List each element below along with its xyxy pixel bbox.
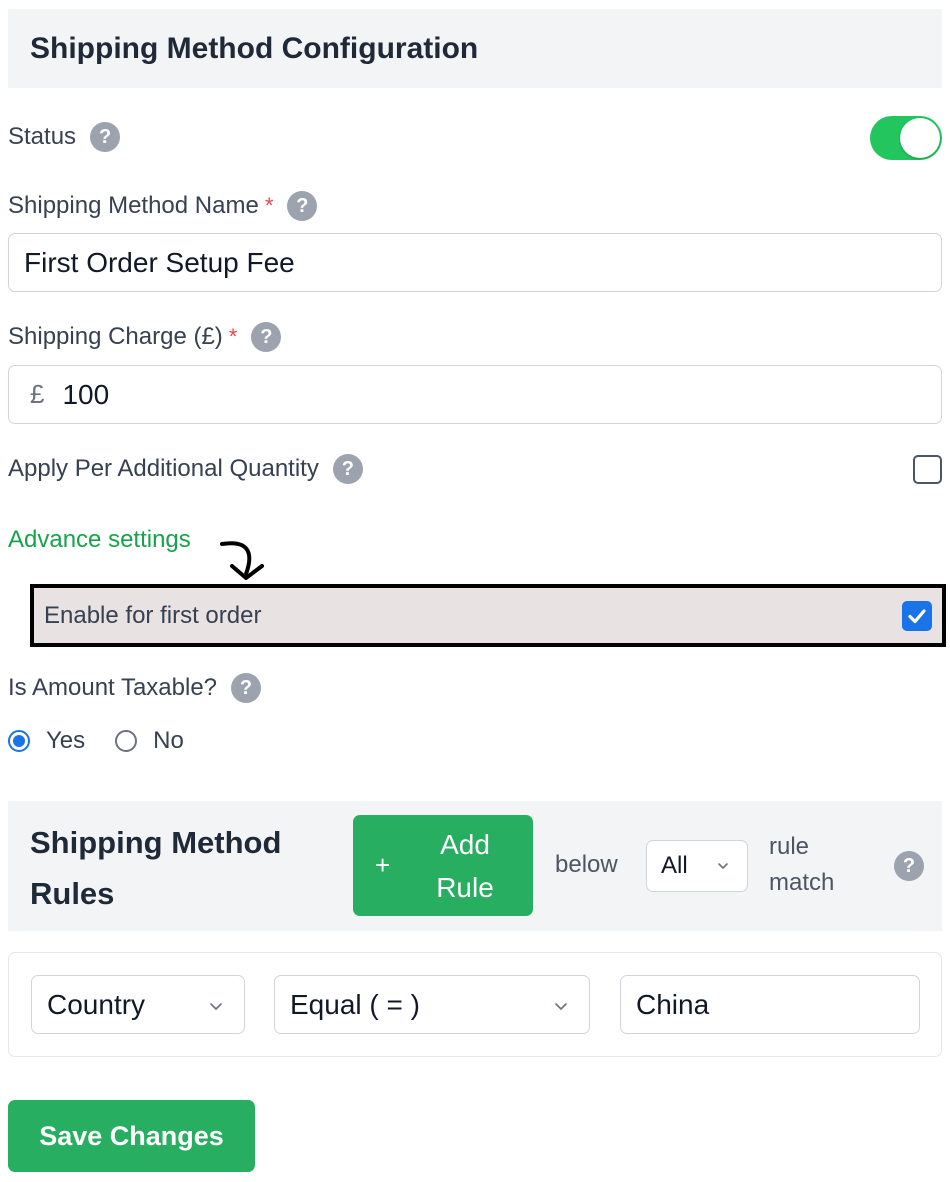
taxable-no-label: No [153,727,184,754]
below-text: below [555,851,618,878]
shipping-charge-label: Shipping Charge (£) [8,323,223,350]
rule-value-input[interactable]: China [620,975,920,1034]
status-help-icon[interactable]: ? [90,122,121,152]
rule-field-value: Country [47,988,146,1020]
apply-per-quantity-help-icon[interactable]: ? [332,454,363,484]
apply-per-quantity-checkbox[interactable] [913,455,942,484]
page-title: Shipping Method Configuration [30,31,479,65]
save-changes-button[interactable]: Save Changes [8,1100,255,1172]
apply-per-quantity-label: Apply Per Additional Quantity [8,455,319,482]
rules-header: Shipping Method Rules + Add Rule below A… [8,801,942,931]
rule-match-value: All [661,852,688,879]
status-row: Status ? [8,122,121,152]
taxable-yes-label: Yes [46,727,86,754]
rule-match-select[interactable]: All [646,840,748,892]
rules-title: Shipping Method Rules [30,825,282,911]
curved-arrow-icon [220,541,264,580]
plus-icon: + [375,850,391,880]
advance-settings-link[interactable]: Advance settings [8,526,191,554]
rule-operator-value: Equal ( = ) [290,988,420,1020]
config-header: Shipping Method Configuration [8,9,942,88]
method-name-value: First Order Setup Fee [24,246,295,278]
rule-field-select[interactable]: Country [31,975,245,1034]
rule-match-text: rule match [769,833,835,896]
taxable-label-row: Is Amount Taxable? ? [8,673,262,703]
taxable-yes-radio[interactable] [8,730,30,752]
method-name-label-row: Shipping Method Name * ? [8,191,318,221]
rule-value: China [636,988,710,1020]
toggle-knob [900,118,940,158]
add-rule-button[interactable]: + Add Rule [353,815,533,916]
taxable-label: Is Amount Taxable? [8,674,218,701]
checkmark-icon [908,608,926,623]
chevron-down-icon [210,1003,222,1010]
status-toggle[interactable] [870,116,942,160]
required-mark: * [264,193,274,218]
chevron-down-icon [555,1003,567,1010]
status-label: Status [8,123,77,150]
first-order-label: Enable for first order [44,601,262,629]
currency-symbol: £ [30,379,45,409]
taxable-radio-group: Yes No [8,727,184,755]
shipping-charge-help-icon[interactable]: ? [251,322,282,352]
shipping-charge-value: 100 [62,378,110,410]
method-name-label: Shipping Method Name [8,192,259,219]
rule-operator-select[interactable]: Equal ( = ) [274,975,590,1034]
method-name-help-icon[interactable]: ? [287,191,318,221]
rules-help-icon[interactable]: ? [894,851,924,881]
shipping-charge-label-row: Shipping Charge (£) * ? [8,322,282,352]
required-mark: * [228,324,238,349]
first-order-highlight: Enable for first order [30,584,946,647]
chevron-down-icon [718,863,728,869]
method-name-input[interactable]: First Order Setup Fee [8,233,942,292]
apply-per-quantity-row: Apply Per Additional Quantity ? [8,454,363,484]
shipping-charge-input[interactable]: £ 100 [8,365,942,424]
taxable-help-icon[interactable]: ? [231,673,262,703]
taxable-no-radio[interactable] [115,730,138,752]
add-rule-label: Add Rule [436,828,494,903]
rule-row: Country Equal ( = ) China [8,952,942,1057]
first-order-checkbox[interactable] [902,600,932,631]
